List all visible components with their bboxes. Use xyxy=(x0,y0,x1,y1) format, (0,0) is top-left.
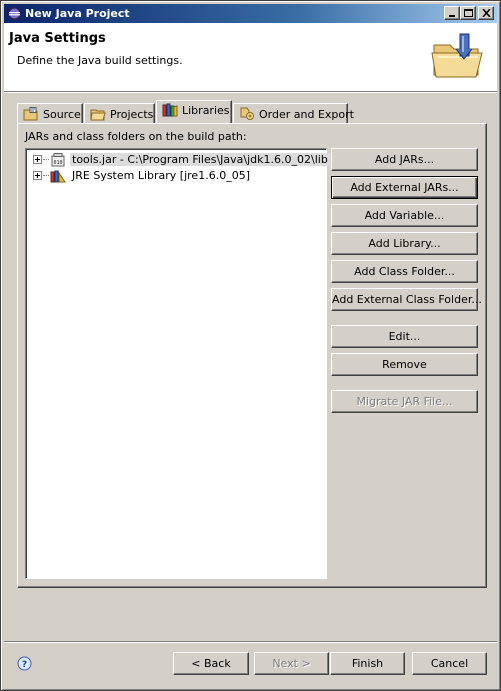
build-path-heading: JARs and class folders on the build path… xyxy=(25,130,247,143)
svg-text:?: ? xyxy=(22,660,27,670)
add-external-jars-button[interactable]: Add External JARs... xyxy=(331,176,478,199)
svg-text:010: 010 xyxy=(53,160,62,166)
source-folder-icon xyxy=(23,107,38,121)
projects-folder-icon xyxy=(90,109,106,121)
expand-icon[interactable] xyxy=(33,171,42,180)
tree-row-label: JRE System Library [jre1.6.0_05] xyxy=(72,169,250,182)
back-button[interactable]: < Back xyxy=(173,652,249,675)
eclipse-icon xyxy=(8,7,21,20)
minimize-button[interactable] xyxy=(444,6,460,20)
title-bar[interactable]: New Java Project xyxy=(4,4,497,23)
add-external-class-folder-button[interactable]: Add External Class Folder... xyxy=(331,288,482,311)
library-icon xyxy=(50,170,66,183)
order-export-icon xyxy=(240,107,254,120)
close-icon xyxy=(482,9,491,17)
tree-row-tools-jar[interactable]: 010 tools.jar - C:\Program Files\Java\jd… xyxy=(28,152,330,168)
libraries-icon xyxy=(162,103,178,117)
add-library-button[interactable]: Add Library... xyxy=(331,232,478,255)
cancel-button[interactable]: Cancel xyxy=(412,652,487,675)
add-jars-button[interactable]: Add JARs... xyxy=(331,148,478,171)
expand-icon[interactable] xyxy=(33,155,42,164)
tab-order-and-export-label: Order and Export xyxy=(259,108,354,121)
migrate-jar-file-button[interactable]: Migrate JAR File... xyxy=(331,390,478,413)
tab-order-and-export[interactable]: Order and Export xyxy=(233,103,354,123)
banner-separator xyxy=(4,92,497,93)
next-button[interactable]: Next > xyxy=(254,652,329,675)
help-icon[interactable]: ? xyxy=(17,656,32,671)
build-path-tree[interactable]: 010 tools.jar - C:\Program Files\Java\jd… xyxy=(25,148,330,579)
tab-libraries[interactable]: Libraries xyxy=(156,100,232,123)
minimize-icon xyxy=(449,15,455,17)
header-banner: Java Settings Define the Java build sett… xyxy=(4,23,497,92)
add-class-folder-button[interactable]: Add Class Folder... xyxy=(331,260,478,283)
maximize-icon xyxy=(464,9,473,17)
finish-button[interactable]: Finish xyxy=(330,652,405,675)
add-variable-button[interactable]: Add Variable... xyxy=(331,204,478,227)
window-title: New Java Project xyxy=(25,7,130,20)
edit-button[interactable]: Edit... xyxy=(331,325,478,348)
maximize-button[interactable] xyxy=(460,6,476,20)
footer-separator-highlight xyxy=(4,642,497,643)
new-java-project-folder-icon xyxy=(431,33,483,78)
tab-source-label: Source xyxy=(43,108,81,121)
tree-connector xyxy=(43,159,49,160)
tab-source[interactable]: Source xyxy=(17,103,83,123)
page-description: Define the Java build settings. xyxy=(17,54,183,67)
tab-projects-label: Projects xyxy=(110,108,154,121)
jar-icon: 010 xyxy=(51,153,65,167)
new-java-project-dialog: New Java Project Java Settings Define th… xyxy=(0,0,501,691)
remove-button[interactable]: Remove xyxy=(331,353,478,376)
tree-row-jre-system-library[interactable]: JRE System Library [jre1.6.0_05] xyxy=(28,168,326,184)
tab-projects[interactable]: Projects xyxy=(84,103,155,123)
tab-libraries-label: Libraries xyxy=(182,104,230,117)
page-title: Java Settings xyxy=(9,31,106,46)
close-button[interactable] xyxy=(478,6,494,20)
tree-row-label: tools.jar - C:\Program Files\Java\jdk1.6… xyxy=(70,153,330,166)
tree-connector xyxy=(43,175,49,176)
libraries-panel: JARs and class folders on the build path… xyxy=(17,123,487,588)
